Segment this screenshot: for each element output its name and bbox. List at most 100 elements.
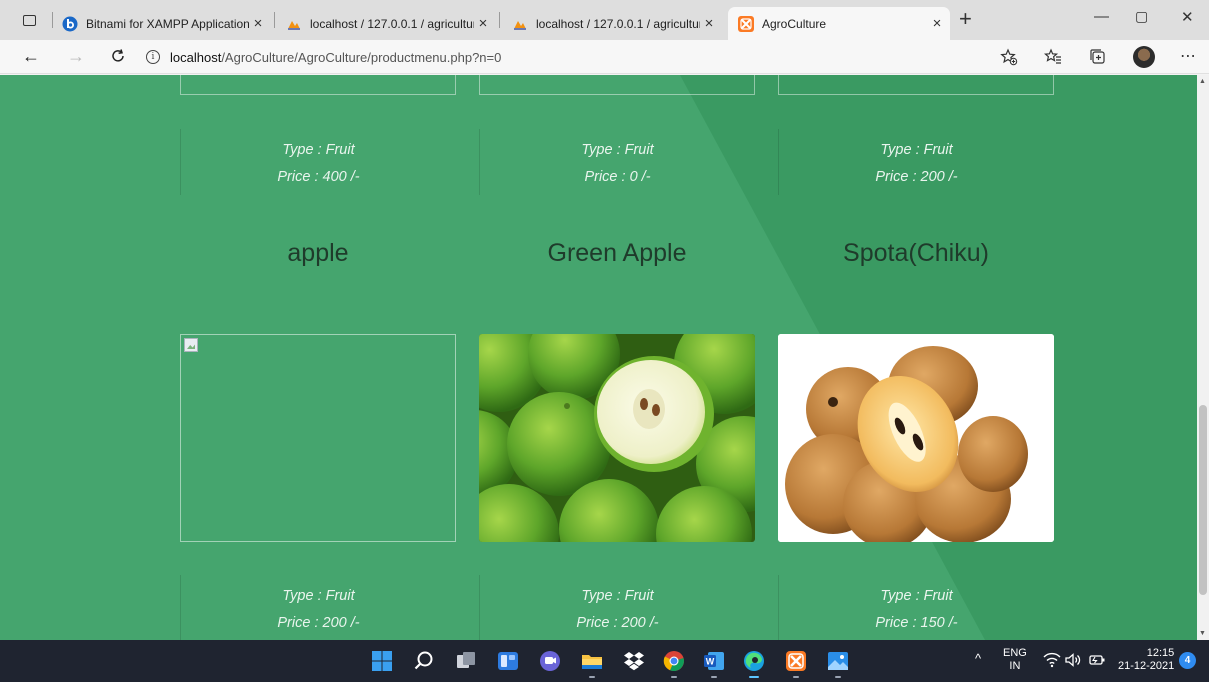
xampp-icon[interactable] bbox=[784, 649, 808, 673]
phpmyadmin-icon bbox=[512, 16, 528, 32]
product-image-broken[interactable] bbox=[180, 334, 456, 542]
sapodilla-image bbox=[778, 334, 1054, 542]
running-indicator bbox=[711, 676, 717, 678]
product-frame-top bbox=[479, 75, 755, 95]
green-apple-image bbox=[479, 334, 755, 542]
url-host: localhost bbox=[170, 49, 222, 65]
product-price: Price : 150 /- bbox=[875, 615, 958, 631]
address-bar[interactable]: i localhost/AgroCulture/AgroCulture/prod… bbox=[146, 46, 501, 68]
tab-strip: Bitnami for XAMPP Application M × localh… bbox=[0, 0, 1209, 40]
battery-icon[interactable] bbox=[1088, 652, 1106, 672]
profile-avatar[interactable] bbox=[1133, 46, 1155, 68]
file-explorer-icon[interactable] bbox=[580, 649, 604, 673]
tab-divider bbox=[52, 12, 53, 28]
product-type: Type : Fruit bbox=[282, 588, 355, 604]
refresh-icon bbox=[112, 49, 124, 62]
product-info-prev-1: Type : Fruit Price : 400 /- bbox=[180, 129, 456, 195]
close-tab-icon[interactable]: × bbox=[700, 15, 718, 32]
running-indicator bbox=[793, 676, 799, 678]
tab-divider bbox=[499, 12, 500, 28]
language-code: ENG bbox=[1003, 647, 1027, 659]
page-viewport: Type : Fruit Price : 400 /- Type : Fruit… bbox=[0, 75, 1197, 640]
photos-icon[interactable] bbox=[826, 649, 850, 673]
chrome-icon[interactable] bbox=[662, 649, 686, 673]
product-image-green-apple[interactable] bbox=[479, 334, 755, 542]
tab-phpmyadmin-2[interactable]: localhost / 127.0.0.1 / agricultur × bbox=[512, 7, 718, 40]
product-name[interactable]: Spota(Chiku) bbox=[778, 239, 1054, 268]
navigation-bar: ← → i localhost/AgroCulture/AgroCulture/… bbox=[0, 40, 1209, 74]
product-name[interactable]: apple bbox=[180, 239, 456, 268]
close-tab-icon[interactable]: × bbox=[249, 15, 267, 32]
product-type: Type : Fruit bbox=[282, 142, 355, 158]
product-type: Type : Fruit bbox=[880, 588, 953, 604]
tab-title: AgroCulture bbox=[762, 16, 827, 31]
product-price: Price : 200 /- bbox=[576, 615, 659, 631]
windows-taskbar: W ^ ENG IN 12:15 21-12-2021 4 bbox=[0, 640, 1209, 682]
back-button[interactable]: ← bbox=[22, 46, 40, 66]
product-type: Type : Fruit bbox=[581, 588, 654, 604]
scroll-up-icon[interactable]: ▲ bbox=[1199, 78, 1206, 85]
tab-title: Bitnami for XAMPP Application M bbox=[86, 16, 249, 31]
windows-start-icon[interactable] bbox=[370, 649, 394, 673]
teams-chat-icon[interactable] bbox=[538, 649, 562, 673]
product-info-1: Type : Fruit Price : 200 /- bbox=[180, 575, 456, 640]
tab-title: localhost / 127.0.0.1 / agriculture bbox=[310, 16, 474, 31]
tab-agroculture[interactable]: AgroCulture × bbox=[728, 7, 950, 40]
xampp-icon bbox=[738, 15, 754, 32]
close-tab-icon[interactable]: × bbox=[474, 15, 492, 32]
search-icon[interactable] bbox=[412, 649, 436, 673]
tab-phpmyadmin-1[interactable]: localhost / 127.0.0.1 / agriculture × bbox=[286, 7, 492, 40]
product-image-sapodilla[interactable] bbox=[778, 334, 1054, 542]
product-price: Price : 200 /- bbox=[875, 169, 958, 185]
dropbox-icon[interactable] bbox=[622, 649, 646, 673]
wifi-icon[interactable] bbox=[1043, 652, 1061, 672]
favorites-icon[interactable] bbox=[1043, 48, 1062, 71]
task-view-icon[interactable] bbox=[454, 649, 478, 673]
widgets-icon[interactable] bbox=[496, 649, 520, 673]
page-scrollbar[interactable]: ▲ ▼ bbox=[1197, 75, 1209, 640]
product-price: Price : 0 /- bbox=[584, 169, 651, 185]
region-code: IN bbox=[1009, 660, 1021, 672]
refresh-button[interactable] bbox=[110, 46, 126, 69]
collections-icon[interactable] bbox=[1089, 48, 1107, 71]
clock[interactable]: 12:15 21-12-2021 bbox=[1118, 647, 1174, 673]
close-window-button[interactable]: ✕ bbox=[1181, 8, 1194, 26]
add-favorite-icon[interactable] bbox=[1000, 48, 1018, 71]
running-indicator bbox=[835, 676, 841, 678]
product-frame-top bbox=[180, 75, 456, 95]
product-info-prev-3: Type : Fruit Price : 200 /- bbox=[778, 129, 1054, 195]
site-info-icon[interactable]: i bbox=[146, 50, 160, 64]
word-icon[interactable]: W bbox=[702, 649, 726, 673]
product-type: Type : Fruit bbox=[581, 142, 654, 158]
clock-time: 12:15 bbox=[1146, 647, 1175, 659]
tab-divider bbox=[274, 12, 275, 28]
product-price: Price : 400 /- bbox=[277, 169, 360, 185]
product-type: Type : Fruit bbox=[880, 142, 953, 158]
product-info-2: Type : Fruit Price : 200 /- bbox=[479, 575, 755, 640]
url-path: /AgroCulture/AgroCulture/productmenu.php… bbox=[221, 49, 502, 65]
tab-bitnami[interactable]: Bitnami for XAMPP Application M × bbox=[62, 7, 267, 40]
volume-icon[interactable] bbox=[1064, 652, 1082, 672]
product-price: Price : 200 /- bbox=[277, 615, 360, 631]
scroll-down-icon[interactable]: ▼ bbox=[1199, 630, 1206, 637]
running-indicator bbox=[589, 676, 595, 678]
new-tab-button[interactable]: + bbox=[959, 8, 972, 30]
svg-text:W: W bbox=[706, 657, 715, 667]
language-indicator[interactable]: ENG IN bbox=[1003, 647, 1027, 673]
forward-button[interactable]: → bbox=[67, 46, 85, 66]
more-menu-icon[interactable]: ⋯ bbox=[1180, 48, 1196, 66]
edge-icon[interactable] bbox=[742, 649, 766, 673]
scrollbar-thumb[interactable] bbox=[1199, 405, 1207, 595]
phpmyadmin-icon bbox=[286, 16, 302, 32]
active-indicator bbox=[749, 676, 759, 678]
product-info-prev-2: Type : Fruit Price : 0 /- bbox=[479, 129, 755, 195]
minimize-button[interactable]: — bbox=[1094, 8, 1109, 25]
product-name[interactable]: Green Apple bbox=[479, 239, 755, 268]
broken-image-icon bbox=[184, 338, 198, 352]
tab-actions-icon[interactable] bbox=[18, 11, 40, 29]
show-hidden-icons[interactable]: ^ bbox=[975, 652, 981, 665]
notification-badge[interactable]: 4 bbox=[1179, 652, 1196, 669]
restore-button[interactable]: ▢ bbox=[1135, 8, 1148, 25]
running-indicator bbox=[671, 676, 677, 678]
close-tab-icon[interactable]: × bbox=[928, 15, 946, 32]
